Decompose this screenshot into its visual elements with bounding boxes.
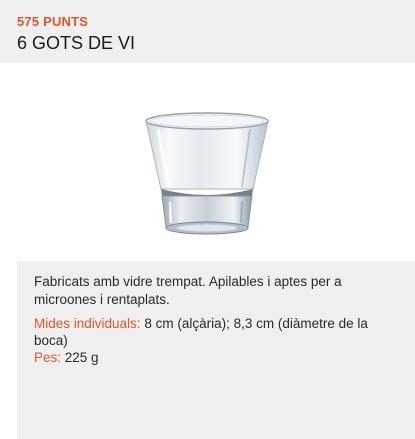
weight-spec: Pes: 225 g <box>34 349 394 366</box>
product-details-panel: Fabricats amb vidre trempat. Apilables i… <box>17 261 415 439</box>
product-header: 575 PUNTS 6 GOTS DE VI <box>0 0 415 63</box>
product-description: Fabricats amb vidre trempat. Apilables i… <box>34 274 342 307</box>
size-label: Mides individuals: <box>34 316 141 331</box>
product-title: 6 GOTS DE VI <box>17 33 136 53</box>
points-price: 575 PUNTS <box>17 14 89 29</box>
size-spec: Mides individuals: 8 cm (alçària); 8,3 c… <box>34 315 394 349</box>
wine-glass-icon <box>145 112 269 235</box>
product-image-area <box>0 63 415 261</box>
weight-value: 225 g <box>61 350 99 365</box>
weight-label: Pes: <box>34 350 62 365</box>
